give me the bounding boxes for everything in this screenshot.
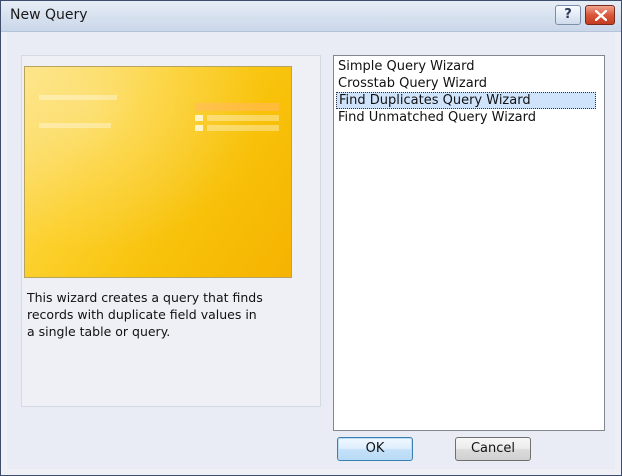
preview-cell xyxy=(195,115,203,121)
close-button[interactable] xyxy=(585,5,615,25)
new-query-dialog: New Query ? This wizard creates a query … xyxy=(0,0,622,476)
list-item-find-unmatched-query-wizard[interactable]: Find Unmatched Query Wizard xyxy=(336,109,596,126)
help-button[interactable]: ? xyxy=(555,5,581,25)
help-icon: ? xyxy=(564,7,572,22)
preview-cell xyxy=(207,115,279,121)
ok-button[interactable]: OK xyxy=(337,437,413,461)
close-icon xyxy=(595,10,607,21)
preview-line xyxy=(39,95,117,100)
wizard-list[interactable]: Simple Query Wizard Crosstab Query Wizar… xyxy=(333,55,605,431)
preview-line xyxy=(39,123,111,128)
wizard-preview-image xyxy=(24,66,292,278)
list-item-find-duplicates-query-wizard[interactable]: Find Duplicates Query Wizard xyxy=(336,92,596,109)
dialog-title: New Query xyxy=(10,7,88,23)
preview-cell xyxy=(207,125,279,131)
wizard-description: This wizard creates a query that finds r… xyxy=(27,290,263,339)
dialog-body: This wizard creates a query that finds r… xyxy=(7,32,615,469)
list-item-simple-query-wizard[interactable]: Simple Query Wizard xyxy=(336,58,596,75)
preview-cell xyxy=(195,125,203,131)
list-item-crosstab-query-wizard[interactable]: Crosstab Query Wizard xyxy=(336,75,596,92)
preview-header xyxy=(195,103,279,111)
cancel-button[interactable]: Cancel xyxy=(455,437,531,461)
title-bar[interactable]: New Query ? xyxy=(1,1,621,32)
